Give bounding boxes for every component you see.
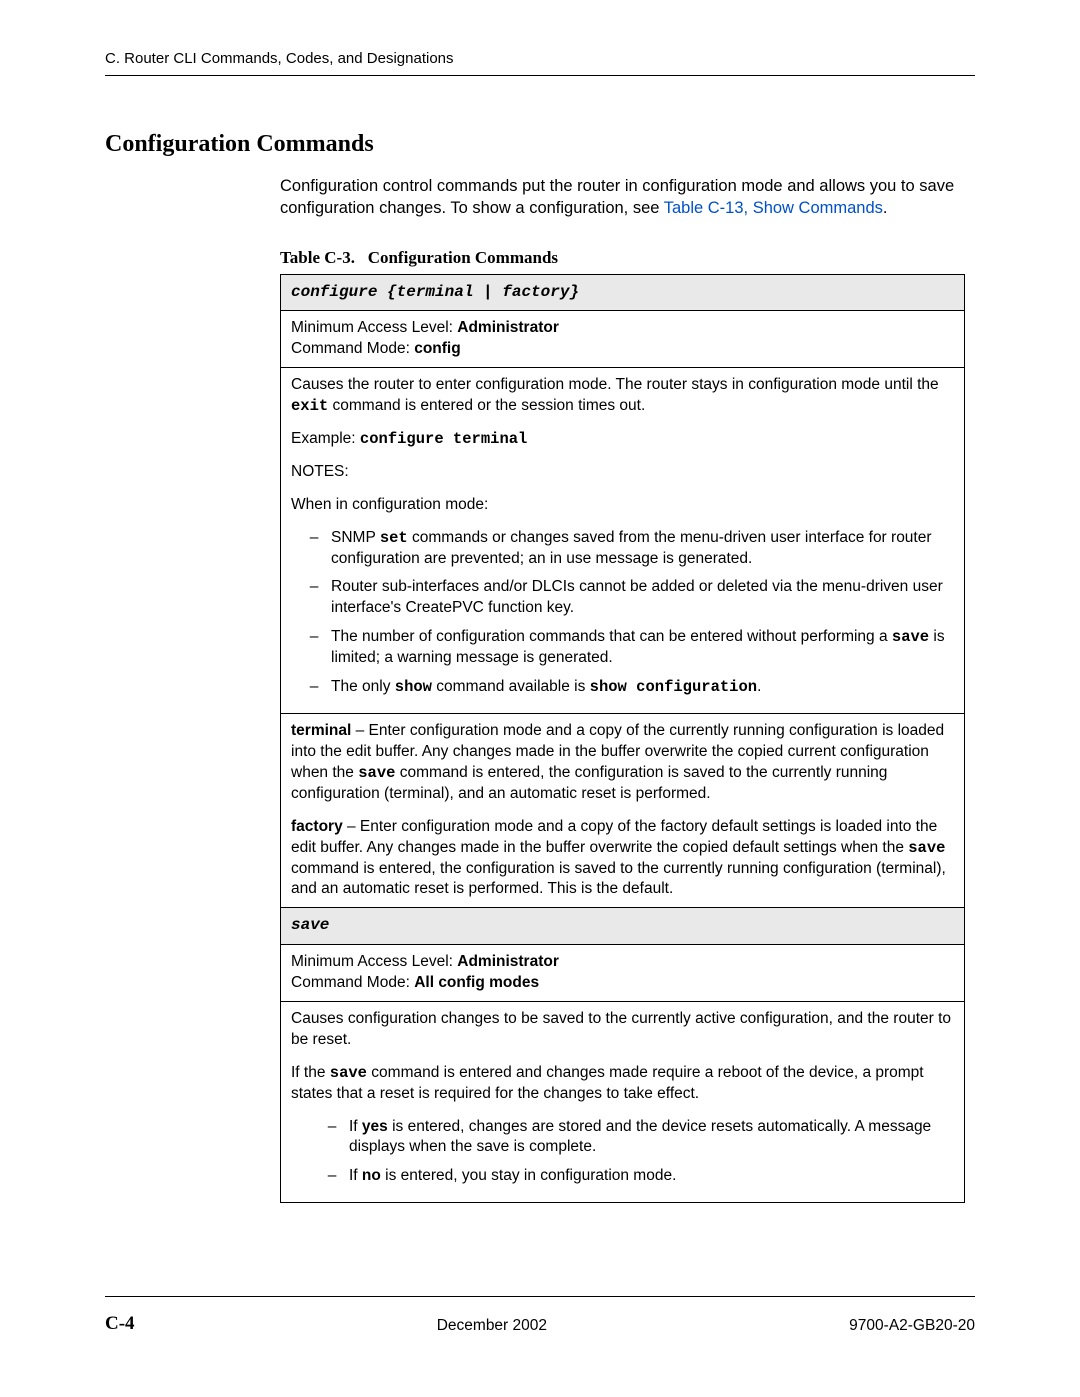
caption-title: Configuration Commands — [368, 248, 558, 267]
factory-text: – Enter configuration mode and a copy of… — [291, 818, 937, 856]
table-row: configure {terminal | factory} — [281, 274, 965, 311]
access-value: Administrator — [457, 319, 559, 336]
table-caption: Table C-3. Configuration Commands — [280, 248, 975, 268]
access-mode-cell: Minimum Access Level: Administrator Comm… — [281, 945, 965, 1002]
example-label: Example: — [291, 430, 360, 447]
example-line: Example: configure terminal — [291, 429, 954, 450]
section-title: Configuration Commands — [105, 131, 975, 158]
list-item: SNMP set commands or changes saved from … — [327, 528, 954, 570]
command-name: configure {terminal | factory} — [291, 283, 579, 301]
access-value: Administrator — [457, 953, 559, 970]
bullet-text: command available is — [432, 678, 590, 695]
bullet-text: If — [349, 1118, 362, 1135]
mode-value: All config modes — [414, 974, 539, 991]
table-row: Minimum Access Level: Administrator Comm… — [281, 311, 965, 368]
access-label: Minimum Access Level: — [291, 319, 457, 336]
factory-label: factory — [291, 818, 343, 835]
bold-term: yes — [362, 1118, 388, 1135]
mode-value: config — [414, 340, 461, 357]
footer-date: December 2002 — [437, 1317, 547, 1335]
caption-prefix: Table C-3. — [280, 248, 355, 267]
table-row: Minimum Access Level: Administrator Comm… — [281, 945, 965, 1002]
command-name-cell: save — [281, 908, 965, 945]
list-item: If yes is entered, changes are stored an… — [345, 1117, 954, 1159]
footer-rule — [105, 1296, 975, 1297]
desc-paragraph: Causes the router to enter configuration… — [291, 375, 954, 417]
terminal-factory-cell: terminal – Enter configuration mode and … — [281, 714, 965, 908]
mode-label: Command Mode: — [291, 974, 414, 991]
inline-code: save — [908, 839, 945, 857]
configuration-commands-table: configure {terminal | factory} Minimum A… — [280, 274, 965, 1204]
description-cell: Causes the router to enter configuration… — [281, 367, 965, 713]
inline-code: save — [330, 1064, 367, 1082]
example-code: configure terminal — [360, 430, 527, 448]
inline-code: save — [358, 764, 395, 782]
inline-code: show — [395, 678, 432, 696]
bullet-text: commands or changes saved from the menu-… — [331, 529, 932, 567]
bullet-text: . — [757, 678, 761, 695]
inline-code: save — [892, 628, 929, 646]
command-name-cell: configure {terminal | factory} — [281, 274, 965, 311]
notes-intro: When in configuration mode: — [291, 495, 954, 516]
description-cell: Causes configuration changes to be saved… — [281, 1001, 965, 1202]
factory-paragraph: factory – Enter configuration mode and a… — [291, 817, 954, 901]
intro-paragraph: Configuration control commands put the r… — [280, 176, 975, 220]
list-item: Router sub-interfaces and/or DLCIs canno… — [327, 577, 954, 619]
command-name: save — [291, 916, 329, 934]
inline-code: set — [380, 529, 408, 547]
table-row: save — [281, 908, 965, 945]
bullet-text: is entered, changes are stored and the d… — [349, 1118, 931, 1156]
desc-text: command is entered and changes made requ… — [291, 1064, 924, 1102]
list-item: The only show command available is show … — [327, 677, 954, 698]
notes-label: NOTES: — [291, 462, 954, 483]
cross-reference-link[interactable]: Table C-13, Show Commands — [664, 199, 883, 217]
mode-label: Command Mode: — [291, 340, 414, 357]
desc-paragraph: If the save command is entered and chang… — [291, 1063, 954, 1105]
bullet-text: Router sub-interfaces and/or DLCIs canno… — [331, 578, 943, 616]
term-label: terminal — [291, 722, 351, 739]
desc-text: command is entered or the session times … — [328, 397, 645, 414]
table-row: Causes configuration changes to be saved… — [281, 1001, 965, 1202]
table-row: Causes the router to enter configuration… — [281, 367, 965, 713]
bullet-text: If — [349, 1167, 362, 1184]
list-item: The number of configuration commands tha… — [327, 627, 954, 669]
desc-text: If the — [291, 1064, 330, 1081]
header-rule — [105, 75, 975, 76]
desc-paragraph: Causes configuration changes to be saved… — [291, 1009, 954, 1051]
notes-list: If yes is entered, changes are stored an… — [291, 1117, 954, 1188]
table-row: terminal – Enter configuration mode and … — [281, 714, 965, 908]
terminal-paragraph: terminal – Enter configuration mode and … — [291, 721, 954, 805]
intro-after: . — [883, 199, 888, 217]
list-item: If no is entered, you stay in configurat… — [345, 1166, 954, 1187]
bold-term: no — [362, 1167, 381, 1184]
page: C. Router CLI Commands, Codes, and Desig… — [0, 0, 1080, 1397]
bullet-text: The number of configuration commands tha… — [331, 628, 892, 645]
page-footer: C-4 December 2002 9700-A2-GB20-20 — [105, 1313, 975, 1335]
notes-list: SNMP set commands or changes saved from … — [291, 528, 954, 698]
page-number: C-4 — [105, 1313, 135, 1335]
bullet-text: The only — [331, 678, 395, 695]
access-mode-cell: Minimum Access Level: Administrator Comm… — [281, 311, 965, 368]
inline-code: show configuration — [590, 678, 757, 696]
inline-code: exit — [291, 397, 328, 415]
factory-text: command is entered, the configuration is… — [291, 860, 946, 898]
access-label: Minimum Access Level: — [291, 953, 457, 970]
running-header: C. Router CLI Commands, Codes, and Desig… — [105, 50, 975, 67]
bullet-text: SNMP — [331, 529, 380, 546]
document-id: 9700-A2-GB20-20 — [849, 1317, 975, 1335]
desc-text: Causes the router to enter configuration… — [291, 376, 939, 393]
bullet-text: is entered, you stay in configuration mo… — [381, 1167, 677, 1184]
